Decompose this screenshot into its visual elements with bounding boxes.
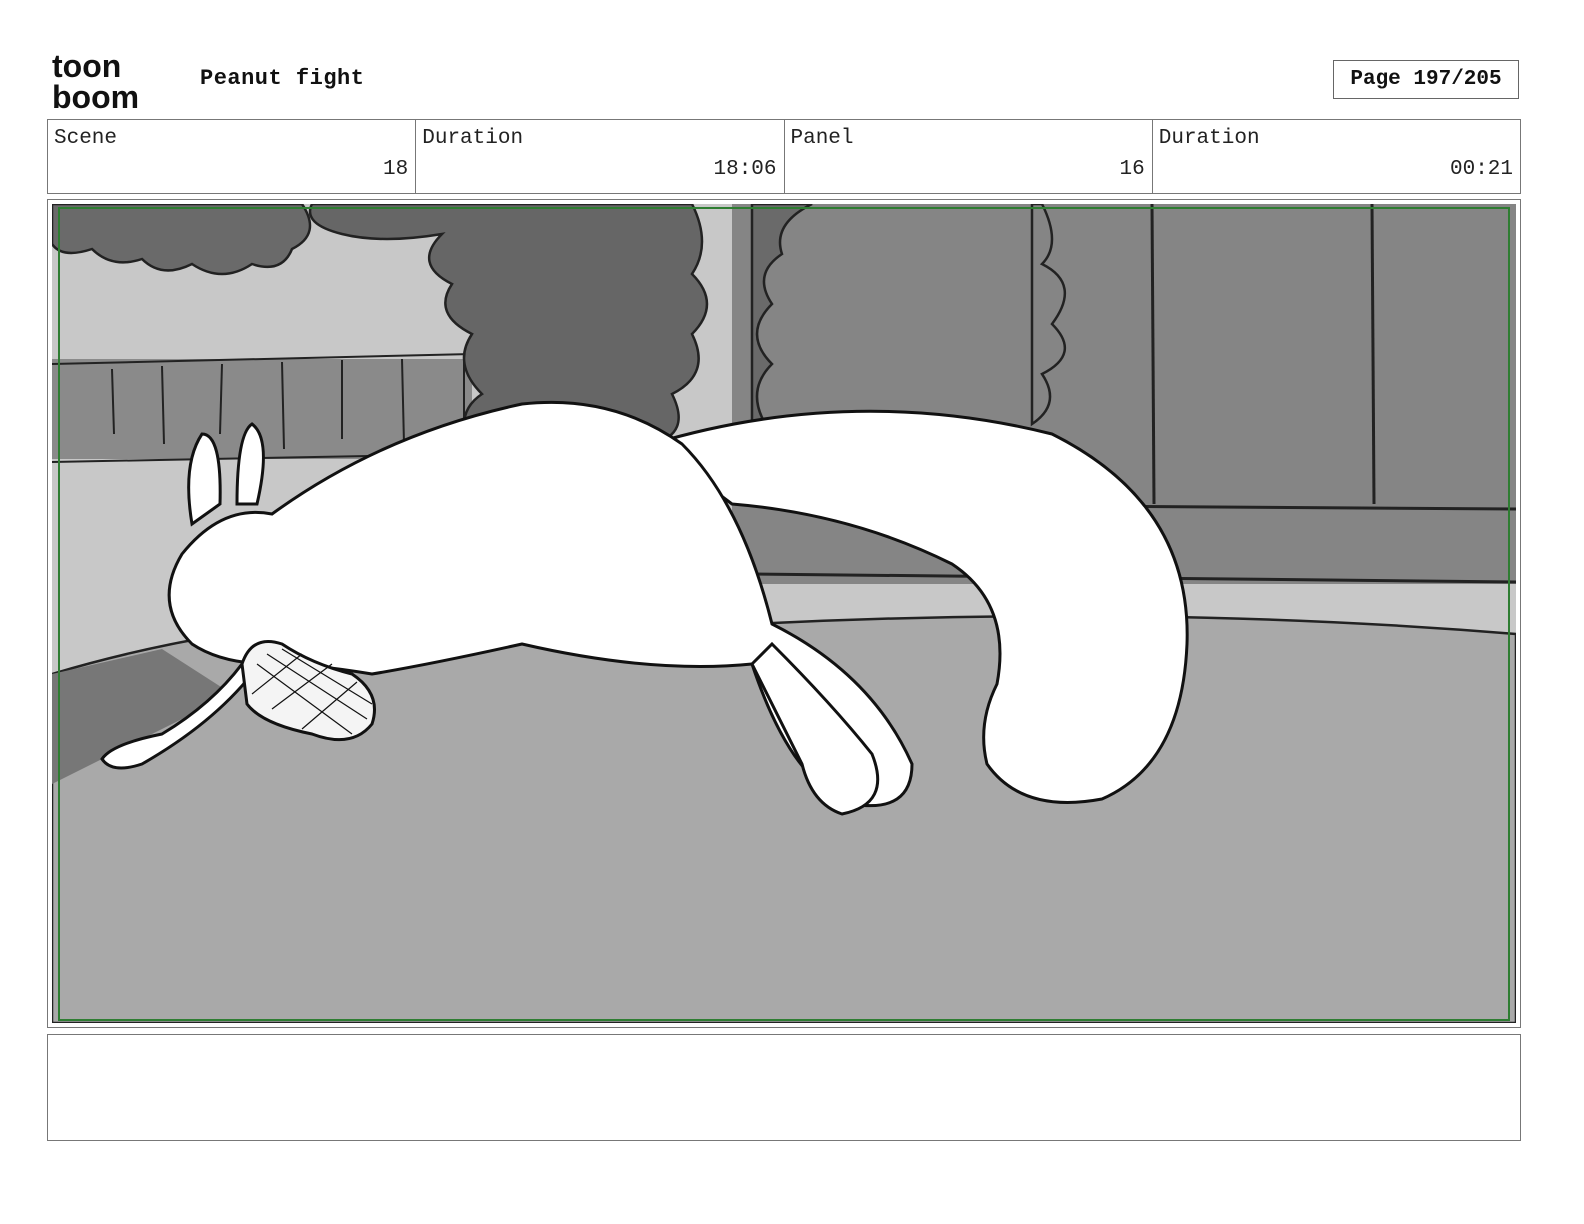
panel-duration-label: Duration xyxy=(1158,127,1260,150)
panel-info-row: Scene 18 Duration 18:06 Panel 16 Duratio… xyxy=(47,119,1521,194)
panel-label: Panel xyxy=(790,127,854,150)
panel-duration-cell: Duration 00:21 xyxy=(1153,120,1520,193)
panel-notes xyxy=(47,1034,1521,1141)
page-indicator: Page 197/205 xyxy=(1333,60,1519,99)
scene-duration-cell: Duration 18:06 xyxy=(416,120,785,193)
scene-duration-label: Duration xyxy=(422,127,524,150)
scene-value: 18 xyxy=(383,158,409,181)
project-title: Peanut fight xyxy=(200,66,365,91)
logo-line2: boom xyxy=(52,79,139,112)
scene-duration-value: 18:06 xyxy=(713,158,777,181)
panel-duration-value: 00:21 xyxy=(1449,158,1513,181)
panel-drawing xyxy=(52,204,1516,1023)
storyboard-panel xyxy=(47,199,1521,1028)
toonboom-logo: toon boom xyxy=(52,50,139,112)
panel-value: 16 xyxy=(1119,158,1145,181)
scene-label: Scene xyxy=(54,127,118,150)
scene-cell: Scene 18 xyxy=(48,120,417,193)
panel-cell: Panel 16 xyxy=(785,120,1153,193)
